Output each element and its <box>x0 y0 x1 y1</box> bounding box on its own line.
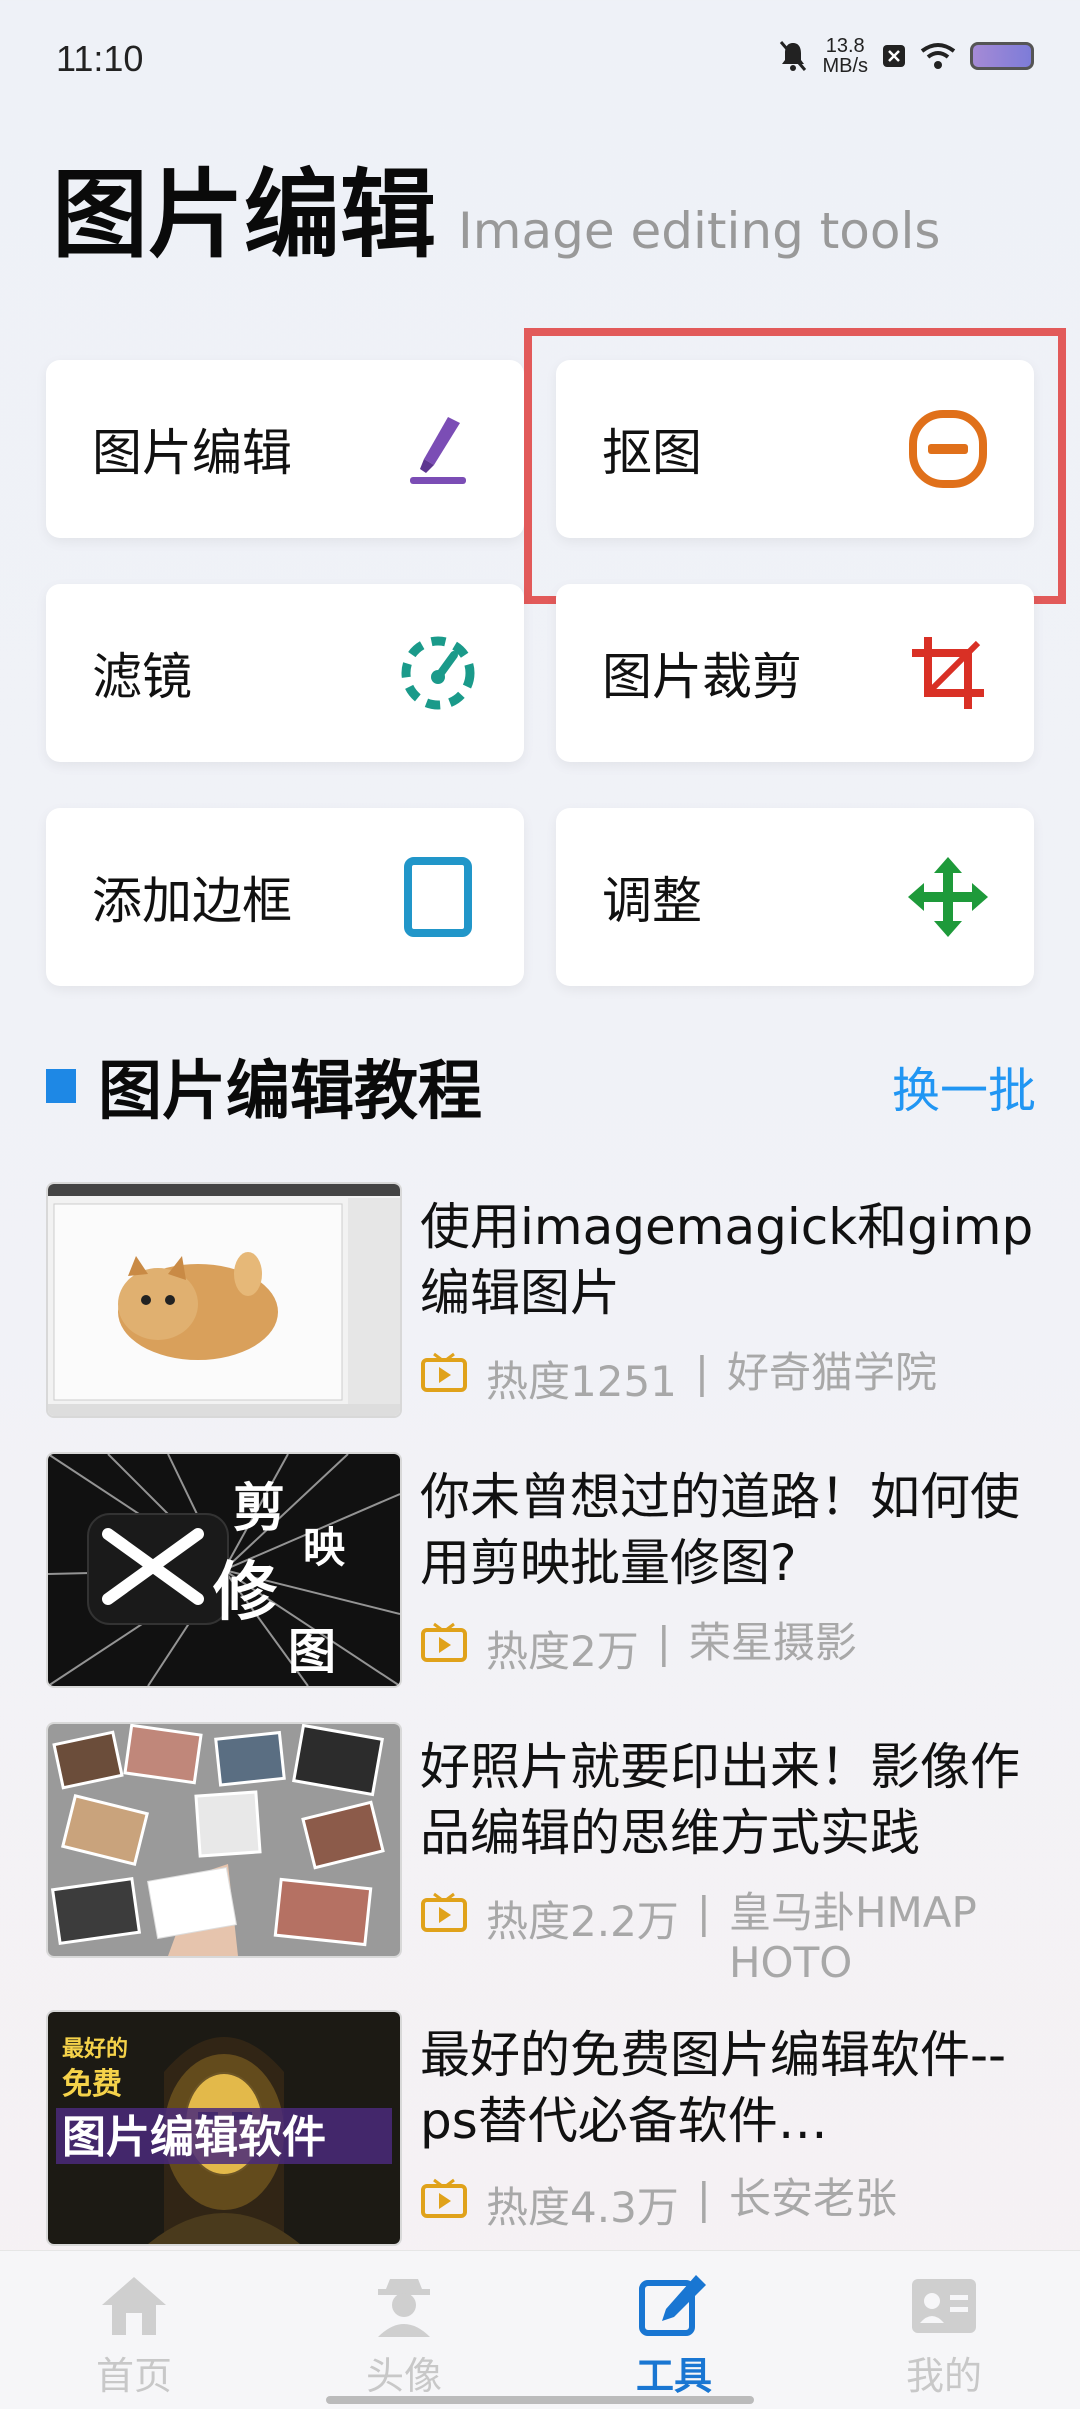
article-thumbnail: 最好的 免费 图片编辑软件 <box>46 2010 402 2246</box>
thumb-text: 最好的 <box>62 2036 128 2062</box>
section-marker <box>46 1069 76 1103</box>
meta-separator: | <box>696 1888 711 1937</box>
section-title-group: 图片编辑教程 <box>46 1040 482 1132</box>
status-time: 11:10 <box>56 38 144 79</box>
article-title: 好照片就要印出来！影像作品编辑的思维方式实践 <box>420 1738 1020 1862</box>
page-title: 图片编辑 <box>52 158 436 271</box>
thumb-text: 免费 <box>62 2067 122 2102</box>
meta-separator: | <box>696 2174 711 2223</box>
meta-separator: | <box>656 1618 671 1667</box>
home-icon <box>102 2277 166 2335</box>
brush-icon <box>398 409 478 489</box>
meta-separator: | <box>694 1348 710 1397</box>
article-heat: 热度4.3万 <box>486 2183 679 2232</box>
mute-icon <box>780 41 807 71</box>
article-title: 使用imagemagick和gimp编辑图片 <box>420 1198 1034 1322</box>
status-icons: 13.8 MB/s <box>778 36 1034 76</box>
status-bar: 11:10 13.8 MB/s <box>0 0 1080 120</box>
thumb-text: 修 <box>213 1556 278 1630</box>
article-author: 皇马卦HMAPHOTO <box>728 1888 977 1987</box>
edit-icon <box>639 2275 706 2336</box>
nav-home[interactable]: 首页 <box>44 2273 224 2400</box>
nav-label: 工具 <box>635 2354 712 2398</box>
bottom-nav: 首页 头像 工具 我的 <box>0 2250 1080 2409</box>
article-author: 荣星摄影 <box>688 1618 857 1667</box>
article-meta: 热度2万 | 荣星摄影 <box>420 1618 857 1679</box>
list-item[interactable]: 使用imagemagick和gimp编辑图片 热度1251 | 好奇猫学院 <box>46 1182 1046 1420</box>
profile-card-icon <box>912 2279 976 2333</box>
article-thumbnail <box>46 1182 402 1418</box>
network-speed: 13.8 MB/s <box>822 35 868 77</box>
thumb-text: 图片编辑软件 <box>62 2112 326 2163</box>
wifi-icon <box>920 43 956 69</box>
tool-label: 调整 <box>602 872 702 930</box>
nav-label: 头像 <box>365 2354 442 2398</box>
avatar-icon <box>378 2279 430 2337</box>
list-item[interactable]: 最好的 免费 图片编辑软件 最好的免费图片编辑软件--ps替代必备软件… 热度4… <box>46 2010 1046 2248</box>
article-thumbnail <box>46 1722 402 1958</box>
section-title: 图片编辑教程 <box>98 1054 482 1129</box>
video-icon <box>421 2178 467 2218</box>
nav-avatar[interactable]: 头像 <box>314 2273 494 2400</box>
crop-icon <box>908 633 988 713</box>
list-item[interactable]: 剪 映 修 图 你未曾想过的道路！如何使用剪映批量修图? 热度2万 | 荣星摄影 <box>46 1452 1046 1690</box>
article-heat: 热度2万 <box>486 1627 639 1676</box>
tool-label: 添加边框 <box>92 872 292 930</box>
tool-crop[interactable]: 图片裁剪 <box>556 584 1034 762</box>
tool-filter[interactable]: 滤镜 <box>46 584 524 762</box>
nav-tools[interactable]: 工具 <box>584 2273 764 2400</box>
article-meta: 热度2.2万 | 皇马卦HMAPHOTO <box>420 1888 989 1988</box>
article-title: 最好的免费图片编辑软件--ps替代必备软件… <box>420 2026 1007 2150</box>
page-header: 图片编辑 Image editing tools <box>52 160 940 270</box>
page-subtitle: Image editing tools <box>458 202 941 260</box>
tool-label: 图片编辑 <box>92 424 292 482</box>
home-indicator[interactable] <box>326 2396 754 2404</box>
nav-label: 首页 <box>95 2354 172 2398</box>
tool-adjust[interactable]: 调整 <box>556 808 1034 986</box>
video-icon <box>421 1352 467 1392</box>
article-author: 长安老张 <box>728 2174 897 2223</box>
tutorial-section-header: 图片编辑教程 换一批 <box>46 1040 1036 1132</box>
article-heat: 热度1251 <box>486 1357 677 1406</box>
notification-x-icon <box>883 45 905 67</box>
frame-icon <box>398 857 478 937</box>
battery-icon <box>970 42 1034 70</box>
highlight-box <box>524 328 1066 604</box>
article-thumbnail: 剪 映 修 图 <box>46 1452 402 1688</box>
thumb-text: 剪 <box>233 1479 285 1539</box>
gauge-icon <box>398 633 478 713</box>
article-meta: 热度4.3万 | 长安老张 <box>420 2174 897 2235</box>
tool-label: 图片裁剪 <box>602 648 802 706</box>
video-icon <box>421 1622 467 1662</box>
list-item[interactable]: 好照片就要印出来！影像作品编辑的思维方式实践 热度2.2万 | 皇马卦HMAPH… <box>46 1722 1046 1987</box>
refresh-button[interactable]: 换一批 <box>892 1051 1036 1121</box>
article-meta: 热度1251 | 好奇猫学院 <box>420 1348 937 1409</box>
tool-image-edit[interactable]: 图片编辑 <box>46 360 524 538</box>
tool-add-border[interactable]: 添加边框 <box>46 808 524 986</box>
tool-label: 滤镜 <box>92 648 192 706</box>
nav-label: 我的 <box>905 2354 982 2398</box>
thumb-text: 映 <box>303 1523 345 1572</box>
nav-profile[interactable]: 我的 <box>854 2273 1034 2400</box>
move-icon <box>908 857 988 937</box>
article-title: 你未曾想过的道路！如何使用剪映批量修图? <box>420 1468 1020 1592</box>
article-heat: 热度2.2万 <box>486 1897 679 1946</box>
video-icon <box>421 1892 467 1932</box>
thumb-text: 图 <box>288 1624 336 1680</box>
article-author: 好奇猫学院 <box>727 1348 938 1397</box>
